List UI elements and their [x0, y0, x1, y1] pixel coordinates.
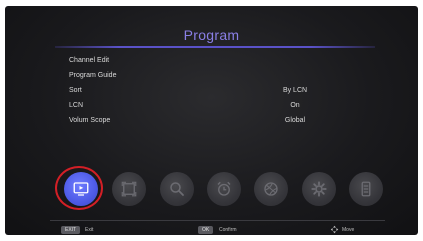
menu-item-channel-edit[interactable]: Channel Edit	[69, 57, 329, 72]
menu-item-label: Channel Edit	[69, 57, 110, 64]
menu-item-label: Sort	[69, 87, 82, 94]
confirm-hint-label: Confirm	[219, 227, 237, 233]
move-arrows-icon	[330, 225, 339, 234]
selection-highlight-ring	[55, 166, 103, 210]
menu-item-label: LCN	[69, 102, 84, 109]
menu-item-sort[interactable]: Sort By LCN	[69, 87, 329, 102]
title-divider	[55, 46, 375, 48]
footer-divider	[50, 220, 385, 221]
storage-icon	[361, 181, 371, 197]
footer-hints: EXIT Exit OK Confirm Move	[5, 225, 418, 235]
search-menu-button[interactable]	[160, 172, 194, 206]
menu-item-lcn[interactable]: LCN On	[69, 102, 329, 117]
exit-key-badge: EXIT	[61, 226, 81, 234]
menu-item-value[interactable]: By LCN	[265, 87, 325, 94]
menu-item-volume-scope[interactable]: Volum Scope Global	[69, 117, 329, 132]
menu-item-value[interactable]: Global	[265, 117, 325, 124]
gear-icon	[311, 181, 327, 197]
program-menu: Channel Edit Program Guide Sort By LCN L…	[69, 57, 329, 132]
storage-menu-button[interactable]	[349, 172, 383, 206]
menu-item-label: Program Guide	[69, 72, 117, 79]
program-menu-button[interactable]	[55, 166, 103, 210]
menu-item-program-guide[interactable]: Program Guide	[69, 72, 329, 87]
system-menu-button[interactable]	[254, 172, 288, 206]
picture-menu-button[interactable]	[112, 172, 146, 206]
menu-item-value[interactable]: On	[265, 102, 325, 109]
main-menu-icon-bar	[54, 166, 383, 210]
search-icon	[170, 182, 184, 196]
settings-menu-button[interactable]	[302, 172, 336, 206]
menu-item-label: Volum Scope	[69, 117, 111, 124]
exit-hint-label: Exit	[85, 227, 94, 233]
picture-icon	[121, 181, 137, 197]
globe-icon	[264, 182, 278, 196]
page-title: Program	[183, 27, 240, 43]
alarm-clock-icon	[217, 181, 231, 196]
time-menu-button[interactable]	[207, 172, 241, 206]
move-hint-label: Move	[342, 227, 355, 233]
ok-key-badge: OK	[198, 226, 214, 234]
tv-screen: Program Channel Edit Program Guide Sort …	[5, 6, 418, 235]
